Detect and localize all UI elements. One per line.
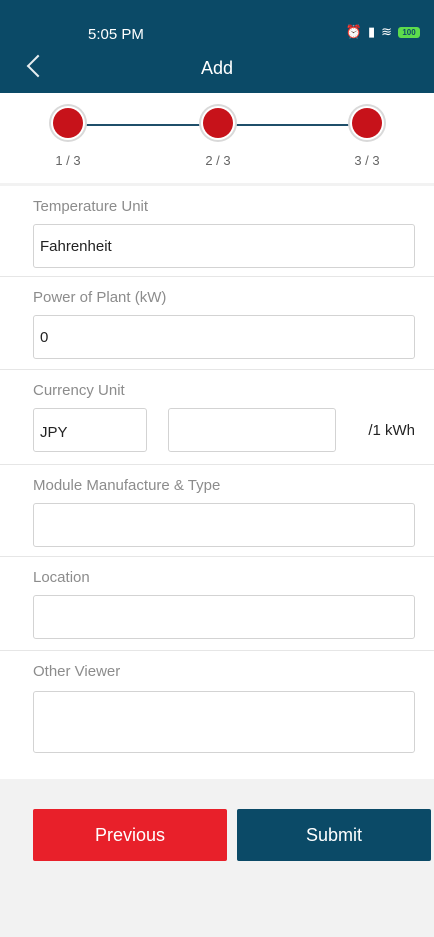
currency-row: JPY /1 kWh xyxy=(33,408,415,452)
step-1-indicator xyxy=(53,108,83,138)
power-label: Power of Plant (kW) xyxy=(33,289,167,306)
step-2-label: 2 / 3 xyxy=(205,153,231,168)
electricity-price-input[interactable] xyxy=(168,408,336,452)
temperature-unit-select[interactable]: Fahrenheit xyxy=(33,224,415,268)
location-group: Location xyxy=(0,557,434,651)
add-form: Temperature Unit Fahrenheit Power of Pla… xyxy=(0,186,434,779)
status-time: 5:05 PM xyxy=(88,26,144,43)
viewer-label: Other Viewer xyxy=(33,663,121,680)
step-1-label: 1 / 3 xyxy=(55,153,81,168)
progress-stepper: 1 / 3 2 / 3 3 / 3 xyxy=(0,93,434,183)
app-header: 5:05 PM ⏰ ▮ ≋ 100 Add xyxy=(0,0,434,93)
price-unit-suffix: /1 kWh xyxy=(368,421,415,439)
currency-label: Currency Unit xyxy=(33,382,125,399)
wifi-icon: ≋ xyxy=(381,24,392,39)
alarm-icon: ⏰ xyxy=(345,24,362,39)
previous-button[interactable]: Previous xyxy=(33,809,227,861)
temperature-unit-group: Temperature Unit Fahrenheit xyxy=(0,186,434,277)
currency-group: Currency Unit JPY /1 kWh xyxy=(0,370,434,465)
step-3-indicator xyxy=(352,108,382,138)
viewer-input[interactable] xyxy=(33,691,415,753)
viewer-group: Other Viewer xyxy=(0,651,434,779)
power-input[interactable]: 0 xyxy=(33,315,415,359)
temperature-unit-label: Temperature Unit xyxy=(33,198,149,215)
signal-icon: ▮ xyxy=(367,24,376,39)
step-2-indicator xyxy=(203,108,233,138)
currency-unit-select[interactable]: JPY xyxy=(33,408,147,452)
step-3-label: 3 / 3 xyxy=(354,153,380,168)
module-group: Module Manufacture & Type xyxy=(0,465,434,557)
module-input[interactable] xyxy=(33,503,415,547)
page-title: Add xyxy=(200,58,234,78)
status-icons: ⏰ ▮ ≋ 100 xyxy=(346,24,420,40)
module-label: Module Manufacture & Type xyxy=(33,477,221,494)
location-input[interactable] xyxy=(33,595,415,639)
power-group: Power of Plant (kW) 0 xyxy=(0,277,434,370)
location-label: Location xyxy=(33,569,90,586)
battery-icon: 100 xyxy=(398,26,420,38)
submit-button[interactable]: Submit xyxy=(237,809,431,861)
